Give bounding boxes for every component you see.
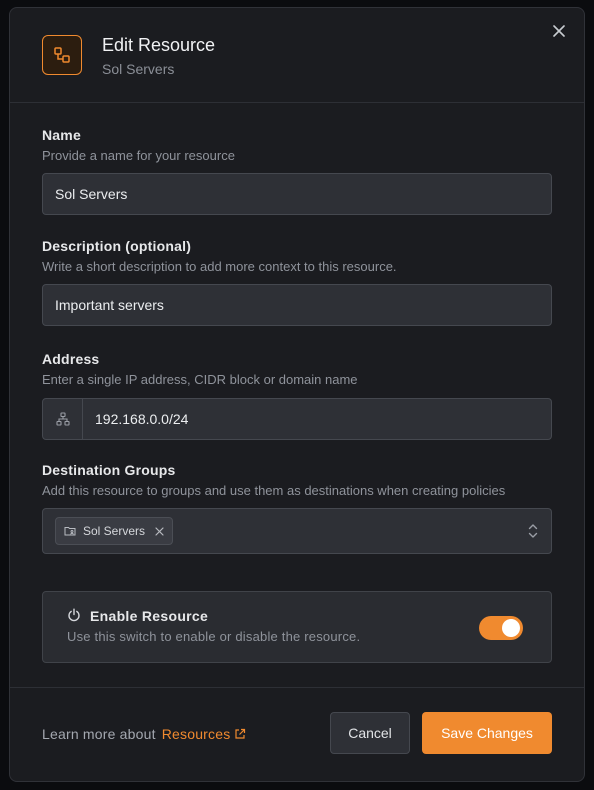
resources-link[interactable]: Resources	[162, 726, 247, 742]
description-input[interactable]: Important servers	[42, 284, 552, 326]
address-hint: Enter a single IP address, CIDR block or…	[42, 372, 358, 387]
description-field-group: Description (optional) Write a short des…	[42, 238, 552, 326]
power-icon	[68, 608, 80, 622]
enable-resource-title: Enable Resource	[90, 608, 209, 624]
remove-chip-button[interactable]	[155, 526, 164, 536]
name-input[interactable]: Sol Servers	[42, 173, 552, 215]
enable-resource-toggle[interactable]	[479, 616, 523, 640]
learn-more-text: Learn more about	[42, 726, 156, 742]
address-input[interactable]: 192.168.0.0/24	[42, 398, 552, 440]
destination-groups-label: Destination Groups	[42, 462, 176, 478]
edit-resource-modal: Edit Resource Sol Servers Name Provide a…	[9, 7, 585, 782]
resources-link-label: Resources	[161, 726, 231, 742]
name-hint: Provide a name for your resource	[42, 148, 235, 163]
address-input-value: 192.168.0.0/24	[95, 411, 189, 427]
modal-footer: Learn more about Resources Cancel Save C…	[10, 687, 584, 782]
cancel-button[interactable]: Cancel	[330, 712, 410, 754]
group-chip-label: Sol Servers	[83, 524, 146, 538]
toggle-knob	[502, 619, 520, 637]
name-input-value: Sol Servers	[55, 186, 128, 202]
modal-title: Edit Resource	[102, 35, 216, 55]
enable-resource-description: Use this switch to enable or disable the…	[67, 629, 361, 644]
enable-resource-panel: Enable Resource Use this switch to enabl…	[42, 591, 552, 663]
external-link-icon	[235, 728, 246, 739]
destination-groups-select[interactable]: Sol Servers	[42, 508, 552, 554]
modal-subtitle: Sol Servers	[102, 61, 175, 77]
name-label: Name	[42, 127, 81, 143]
address-field-group: Address Enter a single IP address, CIDR …	[42, 351, 552, 440]
chevron-up-down-icon	[527, 522, 539, 540]
group-chip: Sol Servers	[55, 517, 174, 545]
description-label: Description (optional)	[42, 238, 192, 254]
learn-more: Learn more about Resources	[42, 726, 246, 742]
resource-nodes-icon	[42, 35, 82, 75]
network-icon	[43, 399, 83, 439]
description-input-value: Important servers	[55, 297, 164, 313]
destination-groups-hint: Add this resource to groups and use them…	[42, 483, 506, 498]
folder-users-icon	[64, 527, 76, 536]
destination-groups-field-group: Destination Groups Add this resource to …	[42, 462, 552, 554]
close-icon	[155, 526, 164, 536]
modal-header: Edit Resource Sol Servers	[10, 8, 584, 103]
description-hint: Write a short description to add more co…	[42, 259, 397, 274]
name-field-group: Name Provide a name for your resource So…	[42, 127, 552, 215]
address-label: Address	[42, 351, 100, 367]
save-changes-button[interactable]: Save Changes	[422, 712, 552, 754]
